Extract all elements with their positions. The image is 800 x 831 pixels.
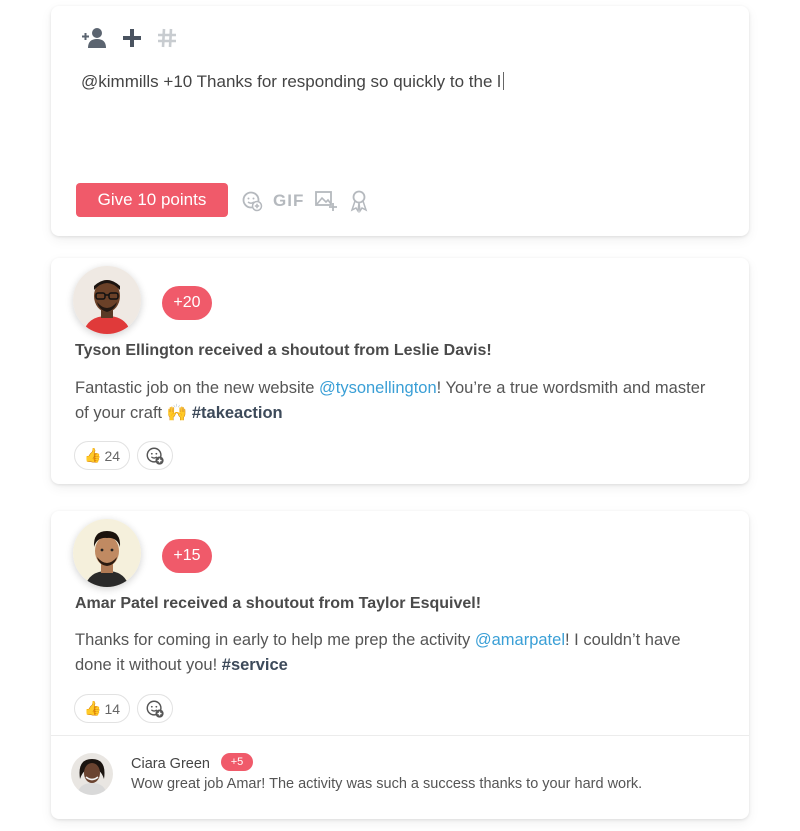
gif-icon[interactable]: GIF bbox=[273, 191, 304, 211]
give-points-button[interactable]: Give 10 points bbox=[76, 183, 228, 217]
message-text: Thanks for coming in early to help me pr… bbox=[75, 631, 475, 649]
thumbs-up-reaction-button[interactable]: 👍 14 bbox=[74, 694, 131, 723]
post-title: Tyson Ellington received a shoutout from… bbox=[75, 342, 492, 359]
award-icon[interactable] bbox=[348, 189, 370, 213]
composer-tools: GIF bbox=[241, 189, 370, 213]
hashtag-link[interactable]: #service bbox=[222, 656, 288, 674]
emoji-add-icon bbox=[146, 447, 164, 465]
message-text: Fantastic job on the new website bbox=[75, 379, 319, 397]
post-title: Amar Patel received a shoutout from Tayl… bbox=[75, 595, 482, 612]
text-caret bbox=[502, 72, 504, 90]
user-mention-link[interactable]: @amarpatel bbox=[475, 631, 565, 649]
plus-icon[interactable] bbox=[121, 27, 143, 49]
commenter-avatar[interactable] bbox=[71, 753, 113, 795]
reaction-count: 14 bbox=[104, 700, 121, 717]
comment-points-badge: +5 bbox=[221, 753, 253, 771]
emoji-add-icon bbox=[146, 700, 164, 718]
post-message: Thanks for coming in early to help me pr… bbox=[75, 628, 715, 678]
shoutout-post: +20 Tyson Ellington received a shoutout … bbox=[51, 258, 749, 484]
points-badge: +15 bbox=[162, 539, 212, 573]
comment-text: Wow great job Amar! The activity was suc… bbox=[131, 776, 643, 792]
avatar[interactable] bbox=[73, 266, 141, 334]
add-reaction-button[interactable] bbox=[137, 694, 174, 723]
composer-input[interactable]: @kimmills +10 Thanks for responding so q… bbox=[81, 72, 504, 92]
reaction-bar: 👍 14 bbox=[74, 694, 174, 723]
thumbs-up-icon: 👍 bbox=[84, 700, 102, 716]
hashtag-icon[interactable] bbox=[155, 26, 179, 50]
thumbs-up-icon: 👍 bbox=[84, 447, 102, 463]
reaction-bar: 👍 24 bbox=[74, 441, 174, 470]
reaction-count: 24 bbox=[104, 447, 121, 464]
composer-toolbar bbox=[81, 26, 179, 50]
image-add-icon[interactable] bbox=[314, 190, 338, 212]
post-message: Fantastic job on the new website @tysone… bbox=[75, 376, 715, 426]
thumbs-up-reaction-button[interactable]: 👍 24 bbox=[74, 441, 131, 470]
points-badge: +20 bbox=[162, 286, 212, 320]
hashtag-link[interactable]: #takeaction bbox=[192, 404, 283, 422]
avatar[interactable] bbox=[73, 519, 141, 587]
commenter-name[interactable]: Ciara Green bbox=[131, 756, 210, 772]
comment: Ciara Green +5 Wow great job Amar! The a… bbox=[51, 735, 749, 819]
add-person-icon[interactable] bbox=[81, 26, 109, 50]
composer-input-text: @kimmills +10 Thanks for responding so q… bbox=[81, 72, 501, 91]
emoji-add-icon[interactable] bbox=[241, 190, 263, 212]
user-mention-link[interactable]: @tysonellington bbox=[319, 379, 437, 397]
shoutout-post: +15 Amar Patel received a shoutout from … bbox=[51, 511, 749, 819]
shoutout-composer: @kimmills +10 Thanks for responding so q… bbox=[51, 6, 749, 236]
add-reaction-button[interactable] bbox=[137, 441, 174, 470]
